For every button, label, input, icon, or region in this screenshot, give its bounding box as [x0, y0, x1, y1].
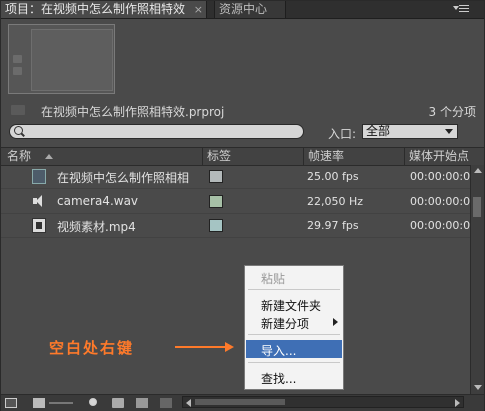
table-row[interactable]: camera4.wav 22,050 Hz 00:00:00:00 [1, 190, 477, 214]
search-icon [14, 126, 23, 135]
menu-item-import[interactable]: 导入... [261, 342, 296, 359]
row-name: 视频素材.mp4 [57, 220, 136, 234]
zoom-slider[interactable] [49, 402, 73, 404]
trash-icon[interactable] [160, 398, 172, 408]
table-header: 名称 标签 帧速率 媒体开始点 [1, 147, 484, 166]
menu-divider [248, 334, 340, 335]
in-select-value: 全部 [366, 124, 391, 138]
table-row[interactable]: 视频素材.mp4 29.97 fps 00:00:00:00 [1, 214, 477, 238]
row-frame-rate: 29.97 fps [307, 219, 359, 232]
scroll-right-icon[interactable] [455, 399, 460, 407]
in-select[interactable]: 全部 [362, 124, 458, 139]
row-media-start: 00:00:00:00 [410, 219, 478, 232]
menu-item-find[interactable]: 查找... [261, 370, 296, 387]
row-media-start: 00:00:00:00 [410, 195, 478, 208]
in-label: 入口: [328, 127, 357, 141]
new-item-icon[interactable] [136, 398, 148, 408]
video-icon [32, 218, 46, 233]
column-header-label[interactable]: 标签 [202, 148, 303, 165]
row-frame-rate: 25.00 fps [307, 170, 359, 183]
context-menu: 粘贴 新建文件夹 新建分项 导入... 查找... [244, 265, 344, 390]
table-row[interactable]: 在视频中怎么制作照相相 25.00 fps 00:00:00:00 [1, 165, 477, 189]
tab-project-label: 项目：在视频中怎么制作照相特效 [5, 2, 186, 16]
preview-frame [31, 29, 113, 91]
menu-divider [248, 289, 340, 290]
row-frame-rate: 22,050 Hz [307, 195, 364, 208]
new-bin-icon[interactable] [112, 398, 124, 408]
label-color-swatch[interactable] [209, 219, 223, 232]
annotation-text: 空白处右键 [49, 339, 135, 357]
row-name: camera4.wav [57, 194, 139, 208]
column-header-frame-rate[interactable]: 帧速率 [303, 148, 404, 165]
scroll-down-icon[interactable] [474, 385, 482, 390]
close-icon[interactable]: × [194, 1, 203, 18]
sort-ascending-icon [45, 154, 53, 159]
find-icon[interactable] [89, 398, 97, 406]
column-header-media-start[interactable]: 媒体开始点 [404, 148, 484, 165]
tab-bar: 项目：在视频中怎么制作照相特效 × 资源中心 [1, 1, 484, 19]
tab-project[interactable]: 项目：在视频中怎么制作照相特效 × [1, 1, 207, 18]
vertical-scrollbar[interactable] [470, 165, 484, 394]
label-color-swatch[interactable] [209, 170, 223, 183]
horizontal-scrollbar[interactable] [182, 396, 464, 408]
search-input[interactable] [9, 124, 304, 139]
menu-item-new-item[interactable]: 新建分项 [261, 315, 309, 332]
project-filename: 在视频中怎么制作照相特效.prproj [41, 105, 225, 119]
folder-icon [11, 105, 25, 115]
chevron-down-icon [445, 129, 453, 134]
list-view-icon[interactable] [5, 398, 17, 408]
tab-resource-center-label: 资源中心 [219, 2, 268, 16]
menu-item-new-bin[interactable]: 新建文件夹 [261, 297, 321, 314]
scroll-left-icon[interactable] [186, 399, 191, 407]
preview-side-icons [13, 55, 25, 85]
preview-thumbnail [8, 24, 115, 94]
sequence-icon [32, 169, 46, 184]
tab-resource-center[interactable]: 资源中心 [214, 1, 286, 18]
label-color-swatch[interactable] [209, 195, 223, 208]
panel-menu-icon[interactable] [453, 3, 470, 15]
scroll-thumb[interactable] [195, 399, 285, 405]
row-media-start: 00:00:00:00 [410, 170, 478, 183]
chevron-right-icon [333, 318, 338, 326]
icon-view-icon[interactable] [33, 398, 45, 408]
audio-icon [32, 194, 46, 209]
project-panel: 项目：在视频中怎么制作照相特效 × 资源中心 在视频中怎么制作照相特效.prpr… [0, 0, 485, 411]
item-count: 3 个分项 [428, 105, 476, 119]
annotation-arrow [175, 342, 234, 352]
menu-item-paste[interactable]: 粘贴 [261, 270, 285, 287]
menu-divider [248, 362, 340, 363]
row-name: 在视频中怎么制作照相相 [57, 171, 190, 185]
column-header-name[interactable]: 名称 [7, 148, 31, 165]
scroll-thumb[interactable] [473, 197, 481, 217]
scroll-up-icon[interactable] [474, 168, 482, 173]
